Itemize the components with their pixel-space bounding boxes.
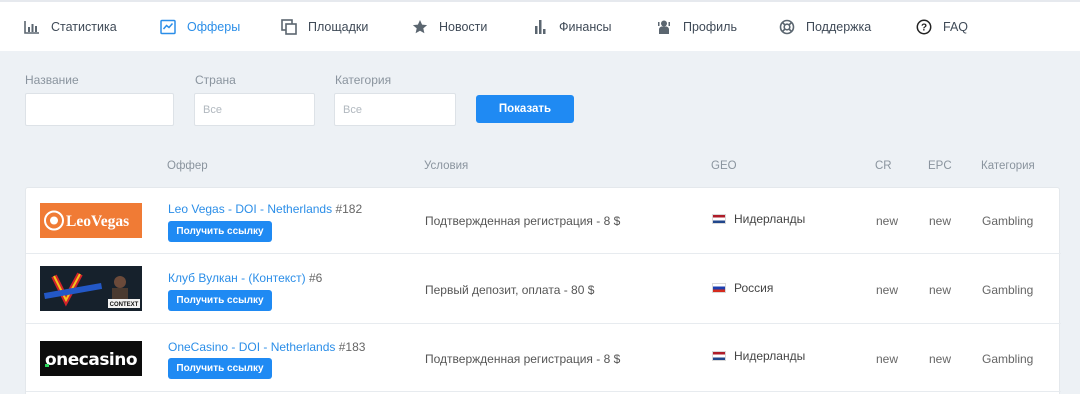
- offer-logo: LeoVegas: [40, 203, 142, 238]
- svg-text:?: ?: [921, 22, 927, 33]
- offer-link[interactable]: Клуб Вулкан - (Контекст): [168, 271, 306, 285]
- offer-cell: Leo Vegas - DOI - Netherlands #182: [168, 202, 362, 216]
- nav-item-finance[interactable]: Финансы: [532, 2, 611, 51]
- column-header-conditions: Условия: [424, 160, 469, 172]
- cr-value: new: [876, 283, 899, 297]
- copy-icon: [281, 18, 297, 35]
- user-icon: [656, 19, 672, 35]
- get-link-button[interactable]: Получить ссылку: [168, 221, 272, 242]
- offers-table: LeoVegas Leo Vegas - DOI - Netherlands #…: [25, 187, 1061, 394]
- geo-cell: Нидерланды: [712, 349, 805, 363]
- geo-country: Нидерланды: [734, 349, 806, 363]
- nav-item-support[interactable]: Поддержка: [779, 2, 871, 51]
- geo-cell: Россия: [712, 281, 773, 295]
- country-filter-label: Страна: [195, 73, 236, 87]
- nav-item-label: Новости: [439, 19, 488, 34]
- nav-item-news[interactable]: Новости: [412, 2, 487, 51]
- category-value: Gambling: [982, 214, 1034, 228]
- country-filter-input[interactable]: [194, 93, 315, 126]
- category-filter-input[interactable]: [334, 93, 456, 126]
- name-filter-label: Название: [25, 73, 79, 87]
- column-header-cr: CR: [875, 160, 892, 172]
- offer-conditions: Первый депозит, оплата - 80 $: [425, 283, 595, 297]
- table-row: CONTEXT Клуб Вулкан - (Контекст) #6 Полу…: [26, 254, 1061, 324]
- top-nav: Статистика Офферы Площадки Новости Финан…: [0, 0, 1080, 51]
- nav-item-label: Финансы: [559, 19, 612, 34]
- get-link-button[interactable]: Получить ссылку: [168, 290, 272, 311]
- table-row: onecasino OneCasino - DOI - Netherlands …: [26, 324, 1061, 392]
- nav-item-platforms[interactable]: Площадки: [281, 2, 368, 51]
- offer-conditions: Подтвержденная регистрация - 8 $: [425, 352, 621, 366]
- table-row: LeoVegas Leo Vegas - DOI - Netherlands #…: [26, 188, 1061, 254]
- epc-value: new: [929, 352, 952, 366]
- netherlands-flag-icon: [712, 351, 726, 361]
- nav-item-label: FAQ: [943, 19, 969, 34]
- category-value: Gambling: [982, 352, 1034, 366]
- bars-icon: [532, 19, 548, 35]
- nav-item-faq[interactable]: ? FAQ: [916, 2, 968, 51]
- logo-wordmark: LeoVegas: [66, 213, 129, 230]
- offer-id: #183: [338, 340, 366, 354]
- offer-id: #6: [308, 271, 323, 285]
- offer-link[interactable]: Leo Vegas - DOI - Netherlands: [168, 202, 332, 216]
- nav-item-label: Офферы: [187, 19, 241, 34]
- offer-logo: CONTEXT: [40, 266, 142, 311]
- nav-item-label: Поддержка: [806, 19, 872, 34]
- nav-item-label: Профиль: [683, 19, 737, 34]
- offer-cell: Клуб Вулкан - (Контекст) #6: [168, 271, 322, 285]
- bar-chart-icon: [24, 19, 40, 35]
- nav-item-label: Статистика: [51, 19, 117, 34]
- geo-cell: Нидерланды: [712, 212, 805, 226]
- nav-item-profile[interactable]: Профиль: [656, 2, 737, 51]
- netherlands-flag-icon: [712, 214, 726, 224]
- geo-country: Россия: [734, 281, 774, 295]
- cr-value: new: [876, 214, 899, 228]
- column-header-geo: GEO: [711, 160, 737, 172]
- nav-item-statistics[interactable]: Статистика: [24, 2, 117, 51]
- offer-link[interactable]: OneCasino - DOI - Netherlands: [168, 340, 335, 354]
- column-header-offer: Оффер: [167, 160, 208, 172]
- offer-cell: OneCasino - DOI - Netherlands #183: [168, 340, 365, 354]
- show-button[interactable]: Показать: [476, 95, 574, 123]
- offer-conditions: Подтвержденная регистрация - 8 $: [425, 214, 621, 228]
- line-chart-icon: [160, 19, 176, 35]
- get-link-button[interactable]: Получить ссылку: [168, 358, 272, 379]
- geo-country: Нидерланды: [734, 212, 806, 226]
- offer-logo: onecasino: [40, 341, 142, 376]
- name-filter-input[interactable]: [25, 93, 174, 126]
- question-icon: ?: [916, 19, 932, 35]
- column-header-category: Категория: [981, 160, 1035, 172]
- cr-value: new: [876, 352, 899, 366]
- russia-flag-icon: [712, 283, 726, 293]
- offer-id: #182: [335, 202, 363, 216]
- epc-value: new: [929, 214, 952, 228]
- logo-wordmark: CONTEXT: [110, 302, 139, 308]
- nav-item-label: Площадки: [308, 19, 369, 34]
- nav-item-offers[interactable]: Офферы: [160, 2, 240, 51]
- category-value: Gambling: [982, 283, 1034, 297]
- life-ring-icon: [779, 19, 795, 35]
- category-filter-label: Категория: [335, 73, 392, 87]
- star-icon: [412, 19, 428, 35]
- epc-value: new: [929, 283, 952, 297]
- logo-wordmark: onecasino: [45, 350, 137, 370]
- column-header-epc: EPC: [928, 160, 952, 172]
